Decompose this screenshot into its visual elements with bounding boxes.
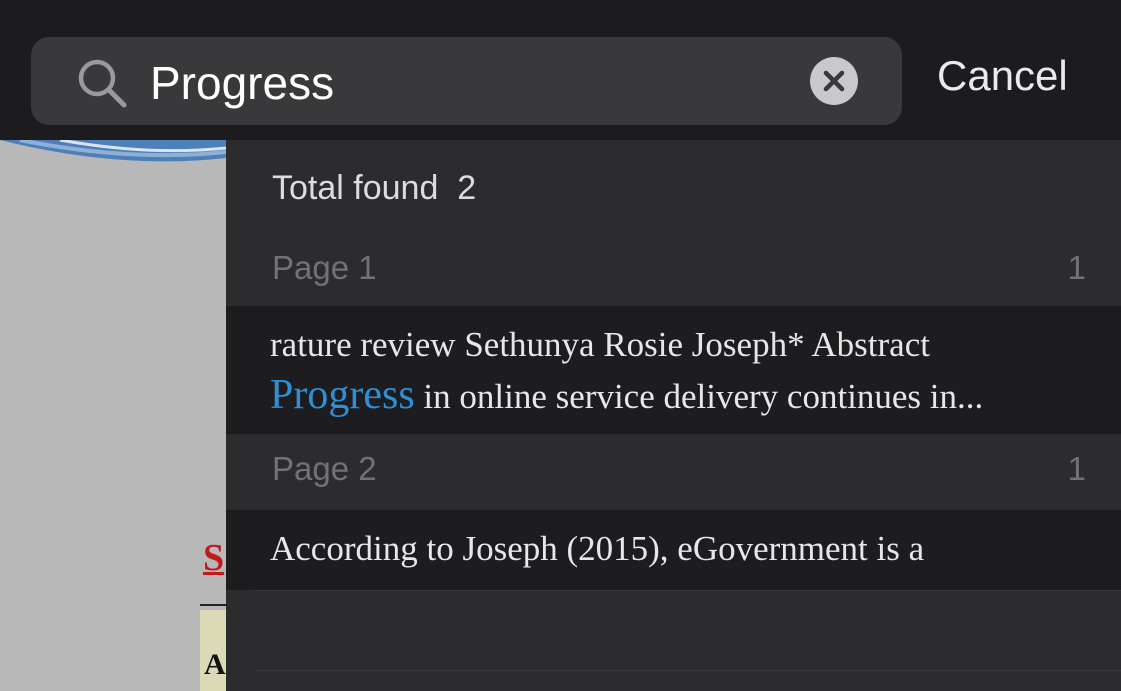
- total-found-count: 2: [457, 169, 477, 207]
- search-result-page-2[interactable]: According to Joseph (2015), eGovernment …: [226, 510, 1121, 590]
- search-results-panel: Total found 2 Page 1 1 rature review Set…: [226, 140, 1121, 691]
- snippet-after: in online service delivery continues in.…: [414, 377, 984, 416]
- result-snippet: rature review Sethunya Rosie Joseph* Abs…: [270, 319, 1090, 422]
- document-header-graphic: [0, 140, 226, 162]
- clear-search-button[interactable]: [810, 57, 858, 105]
- row-separator: [254, 590, 1121, 591]
- document-body-fragment: A: [204, 648, 226, 681]
- search-input[interactable]: [150, 54, 790, 112]
- search-toolbar: Cancel: [0, 0, 1121, 140]
- document-page-backdrop: S A: [0, 140, 226, 691]
- page-label: Page 2: [272, 450, 377, 487]
- document-rule: [200, 604, 226, 606]
- close-icon: [823, 70, 845, 92]
- page-match-count: 1: [1067, 249, 1086, 286]
- total-found: Total found 2: [272, 168, 476, 208]
- document-heading-fragment: S: [203, 537, 225, 579]
- cancel-button[interactable]: Cancel: [937, 50, 1068, 102]
- snippet-match: Progress: [270, 372, 415, 418]
- total-found-label: Total found: [272, 169, 439, 207]
- search-result-page-1[interactable]: rature review Sethunya Rosie Joseph* Abs…: [226, 306, 1121, 434]
- page-label: Page 1: [272, 249, 377, 286]
- search-icon: [76, 57, 128, 109]
- page-match-count: 1: [1067, 450, 1086, 487]
- result-snippet: According to Joseph (2015), eGovernment …: [270, 529, 925, 568]
- page-header-2: Page 2 1: [226, 436, 1121, 506]
- snippet-before: rature review Sethunya Rosie Joseph* Abs…: [270, 325, 930, 364]
- page-header-1: Page 1 1: [226, 235, 1121, 305]
- row-separator: [254, 670, 1121, 671]
